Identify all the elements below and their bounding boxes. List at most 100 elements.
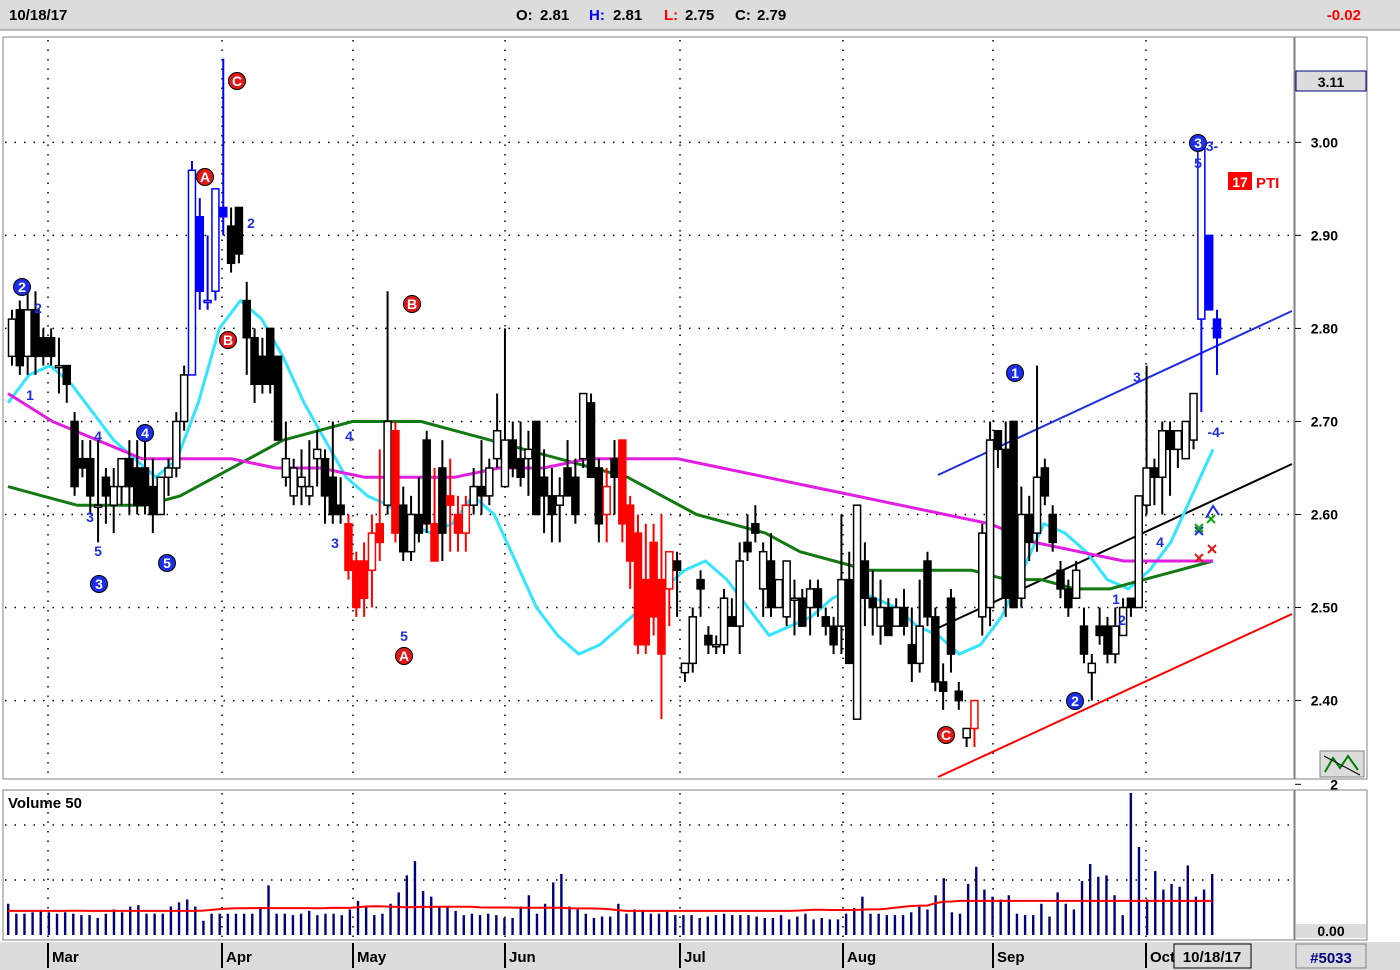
candle-body [289, 467, 298, 497]
price-tick-label: 2.60 [1311, 506, 1338, 522]
volume-panel[interactable] [2, 789, 1295, 941]
month-label: Oct [1150, 949, 1175, 966]
candle-body [156, 476, 165, 516]
candle-body [610, 457, 619, 479]
candle-body [946, 597, 956, 655]
volume-bar [47, 912, 51, 935]
volume-bar [584, 913, 587, 935]
wave-label: 2 [1118, 612, 1126, 628]
candle-body [117, 457, 126, 488]
volume-bar [1048, 916, 1051, 935]
candle-body [1189, 392, 1198, 441]
volume-bar [625, 913, 628, 935]
candle-body [1150, 467, 1159, 479]
volume-bar [926, 909, 929, 935]
wave-label-text: -4- [1207, 424, 1224, 440]
wave-label-text: 3 [1194, 135, 1202, 151]
wave-label: 4 [136, 424, 154, 442]
candle-body [383, 420, 392, 506]
candle-body [923, 560, 932, 618]
volume-bar [63, 912, 67, 935]
wave-label: 1 [26, 387, 34, 403]
candle-body [422, 439, 431, 525]
candle-body [618, 439, 627, 525]
candle-body [273, 355, 283, 441]
candle-body [469, 485, 478, 506]
wave-label: 5 [400, 628, 408, 644]
wave-label-text: A [200, 169, 210, 185]
volume-bar [226, 913, 230, 935]
volume-bar [893, 915, 897, 935]
candle-body [970, 699, 979, 730]
volume-bar [609, 916, 612, 935]
wave-label-text: A [399, 648, 409, 664]
candle-body [625, 504, 635, 562]
candle-body [54, 364, 64, 369]
candle-body [813, 588, 823, 609]
candle [15, 300, 25, 375]
volume-bar [210, 913, 213, 935]
volume-bar [820, 917, 823, 935]
candle-body [633, 532, 643, 646]
volume-bar [1072, 909, 1076, 935]
volume-bar [641, 910, 644, 935]
volume-bar [202, 920, 205, 935]
volume-bar [519, 906, 522, 935]
wave-label-text: C [232, 73, 242, 89]
volume-bar [251, 913, 254, 935]
wave-label-text: C [941, 727, 951, 743]
wave-cursor-icon[interactable] [1319, 750, 1365, 778]
close-value: 2.79 [757, 7, 786, 24]
candle-body [696, 578, 705, 590]
candle-body [852, 504, 862, 720]
candle-body [485, 467, 494, 497]
volume-bar [836, 919, 840, 935]
candle-body [516, 457, 525, 479]
candle-body [805, 588, 815, 609]
volume-bar [1015, 913, 1019, 935]
volume-bar [869, 913, 872, 935]
volume-bar [527, 895, 531, 935]
wave-label-text: 5 [400, 628, 408, 644]
candle-body [524, 448, 533, 460]
candle-body [532, 420, 541, 516]
wave-label-text: 3- [1206, 138, 1219, 154]
candle-body [1157, 430, 1167, 479]
candle [70, 412, 79, 496]
candle-body [915, 625, 924, 665]
candle-body [727, 616, 737, 627]
price-tick-label: 2.90 [1311, 227, 1338, 243]
candle-body [641, 578, 651, 646]
pti-value: 17 [1232, 174, 1248, 190]
volume-bar [1145, 899, 1149, 935]
volume-bar [478, 915, 482, 935]
volume-bar [958, 913, 962, 935]
high-value: 2.81 [613, 7, 642, 24]
candle-body [15, 309, 25, 367]
candle-body [1126, 597, 1136, 609]
volume-bar [592, 917, 596, 935]
volume-bar [690, 915, 693, 935]
candle-body [187, 169, 197, 376]
volume-bar [185, 899, 189, 935]
candle-body [375, 523, 385, 544]
open-value: 2.81 [540, 7, 569, 24]
volume-bar [934, 895, 937, 935]
month-label: Sep [997, 949, 1025, 966]
volume-bar [421, 890, 425, 935]
candle-body [132, 467, 142, 506]
volume-bar [15, 913, 18, 935]
volume-bar [804, 913, 807, 935]
volume-bar [454, 910, 457, 935]
candle-body [586, 402, 596, 479]
volume-bar [853, 908, 856, 935]
volume-bar [1064, 903, 1067, 935]
candle-body [336, 504, 345, 516]
volume-bar [910, 912, 913, 935]
candle-body [1048, 513, 1057, 544]
candle-body [993, 430, 1003, 451]
volume-bar [373, 915, 376, 935]
volume-bar [771, 917, 775, 935]
candle [352, 551, 361, 617]
open-label: O: [516, 7, 533, 24]
